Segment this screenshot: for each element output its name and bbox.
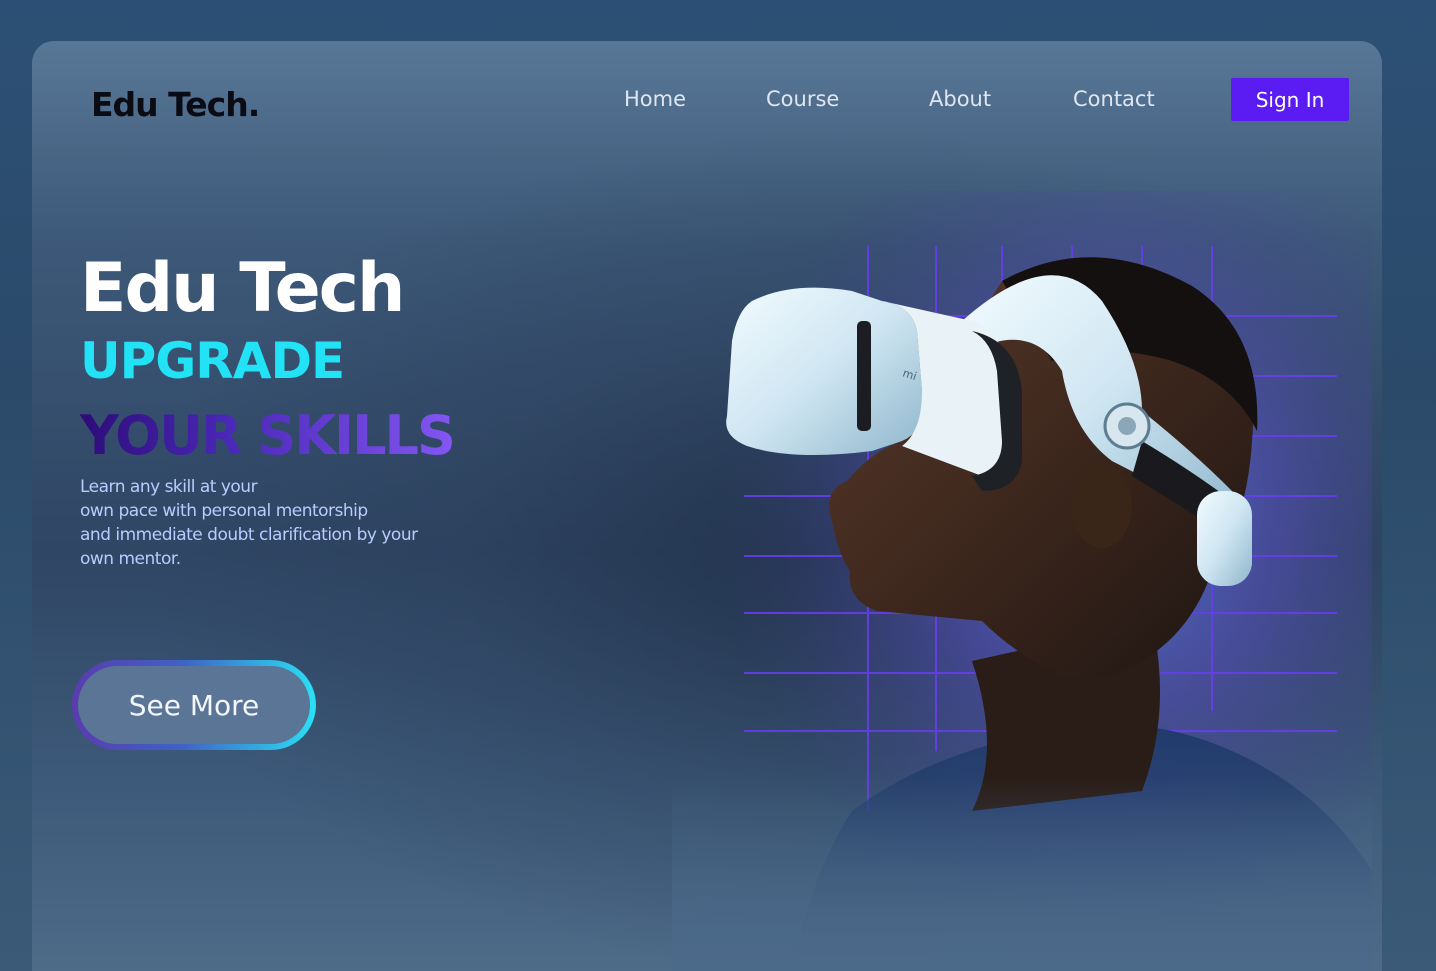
hero-description: Learn any skill at your own pace with pe… [80,475,440,571]
nav-contact[interactable]: Contact [1073,87,1155,111]
brand-logo[interactable]: Edu Tech. [91,85,260,124]
see-more-button[interactable]: See More [78,666,310,744]
hero-title: Edu Tech [80,249,405,328]
image-bottom-fade [672,191,1372,971]
nav-about[interactable]: About [929,87,991,111]
hero-description-line: and immediate doubt clarification by you… [80,525,418,545]
sign-in-button[interactable]: Sign In [1231,78,1349,121]
hero-card: Edu Tech. Home Course About Contact Sign… [32,41,1382,971]
hero-subtitle-skills: YOUR SKILLS [80,404,456,467]
hero-subtitle-upgrade: UPGRADE [80,332,345,390]
see-more-button-frame[interactable]: See More [72,660,316,750]
hero-description-line: own mentor. [80,549,181,569]
nav-course[interactable]: Course [766,87,839,111]
nav-home[interactable]: Home [624,87,686,111]
vr-headset-person-image: mi [672,191,1372,971]
hero-description-line: own pace with personal mentorship [80,501,368,521]
hero-description-line: Learn any skill at your [80,477,258,497]
